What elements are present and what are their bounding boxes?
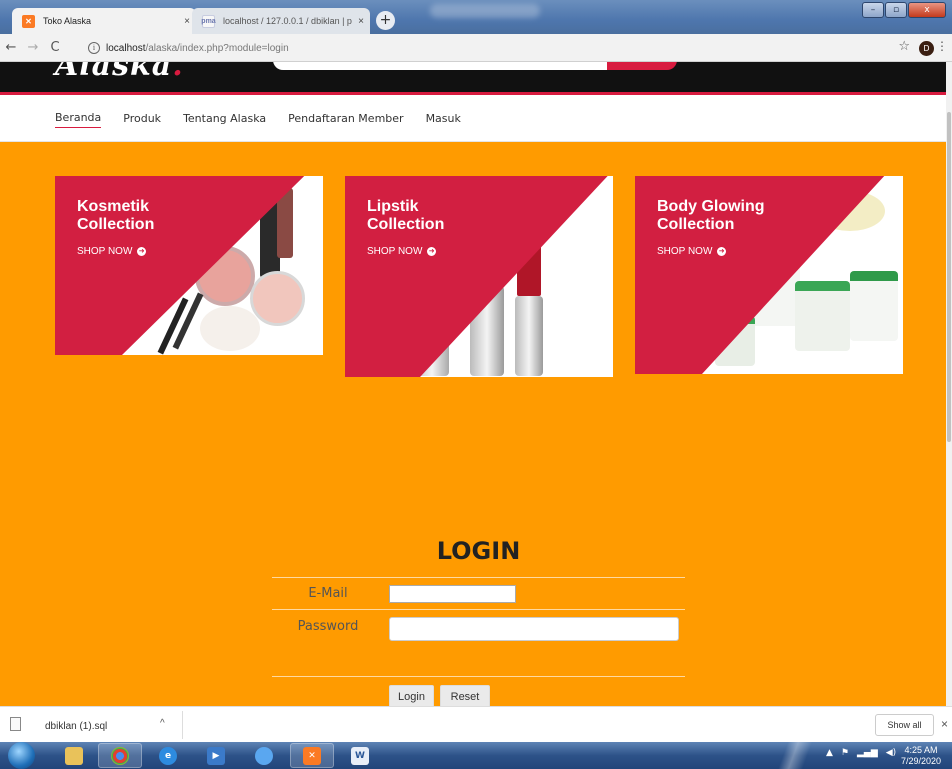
arrow-circle-right-icon: ➜ xyxy=(137,246,147,256)
shop-now-link[interactable]: SHOP NOW ➜ xyxy=(657,246,727,257)
password-label: Password xyxy=(297,619,359,634)
start-button[interactable] xyxy=(8,742,35,769)
xampp-favicon-icon: ✕ xyxy=(22,14,35,28)
banner-body-glowing[interactable]: Body Glowing Collection SHOP NOW ➜ xyxy=(635,176,903,374)
site-search-button[interactable] xyxy=(607,62,677,70)
tab-title: localhost / 127.0.0.1 / dbiklan | p xyxy=(223,16,352,26)
bookmark-star-icon[interactable]: ☆ xyxy=(898,39,910,54)
email-field[interactable] xyxy=(389,585,516,603)
clock-date: 7/29/2020 xyxy=(900,756,942,766)
main-content: Kosmetik Collection SHOP NOW ➜ Lipstik Col… xyxy=(0,142,946,706)
shop-now-link[interactable]: SHOP NOW ➜ xyxy=(77,246,147,257)
email-row: E-Mail xyxy=(272,577,685,609)
login-button[interactable]: Login xyxy=(389,685,434,706)
close-shelf-icon[interactable]: × xyxy=(941,717,948,731)
site-header: Alaska. xyxy=(0,62,946,92)
download-shelf: dbiklan (1).sql ^ Show all × xyxy=(0,706,952,742)
media-player-icon: ▶ xyxy=(207,746,225,765)
taskbar-media[interactable]: ▶ xyxy=(194,743,238,768)
show-hidden-icons-icon[interactable]: ▲ xyxy=(826,748,833,758)
browser-window: ✕ Toko Alaska × pma localhost / 127.0.0.… xyxy=(0,0,952,769)
password-field[interactable] xyxy=(389,617,679,641)
reload-icon[interactable]: C xyxy=(44,40,66,55)
profile-avatar[interactable]: D xyxy=(919,41,934,56)
xampp-icon: ✕ xyxy=(303,746,321,765)
banner-title: Body Glowing Collection xyxy=(657,198,765,233)
signal-icon[interactable]: ▂▄▆ xyxy=(857,748,878,758)
nav-tentang-alaska[interactable]: Tentang Alaska xyxy=(183,109,266,128)
phpmyadmin-favicon-icon: pma xyxy=(201,14,216,28)
network-flag-icon[interactable]: ⚑ xyxy=(841,748,849,758)
password-row: Password xyxy=(272,609,685,676)
window-controls: – ▫ x xyxy=(862,2,946,18)
buttons-row: Login Reset xyxy=(272,676,685,706)
banner-lipstik[interactable]: Lipstik Collection SHOP NOW ➜ xyxy=(345,176,613,377)
arrow-circle-right-icon: ➜ xyxy=(427,246,437,256)
nav-beranda[interactable]: Beranda xyxy=(55,108,102,128)
maximize-button[interactable]: ▫ xyxy=(885,2,907,18)
minimize-button[interactable]: – xyxy=(862,2,884,18)
url-path: /alaska/index.php?module=login xyxy=(145,42,289,54)
taskbar-explorer[interactable] xyxy=(52,743,96,768)
url-host: localhost xyxy=(106,42,146,54)
download-file-name[interactable]: dbiklan (1).sql xyxy=(45,721,107,732)
close-window-button[interactable]: x xyxy=(908,2,946,18)
info-icon[interactable]: i xyxy=(88,42,100,54)
system-tray: ▲ ⚑ ▂▄▆ ◀) xyxy=(826,748,896,758)
chrome-icon xyxy=(111,746,129,765)
site-logo[interactable]: Alaska. xyxy=(55,62,184,83)
internet-explorer-icon: e xyxy=(159,746,177,765)
taskbar-ie[interactable]: e xyxy=(146,743,190,768)
nav-produk[interactable]: Produk xyxy=(123,109,161,128)
tab-toko-alaska[interactable]: ✕ Toko Alaska × xyxy=(12,8,196,34)
browser-toolbar: ← → C i localhost/alaska/index.php?modul… xyxy=(0,34,952,62)
word-icon: W xyxy=(351,746,369,765)
login-title: LOGIN xyxy=(436,537,521,565)
new-tab-button[interactable]: + xyxy=(376,11,395,30)
scrollbar-thumb[interactable] xyxy=(947,112,951,442)
windows-taskbar: e ▶ ✕ W ▲ ⚑ ▂▄▆ ◀) 4:25 AM 7/29/2020 xyxy=(0,742,952,769)
volume-icon[interactable]: ◀) xyxy=(886,748,896,758)
nav-pendaftaran-member[interactable]: Pendaftaran Member xyxy=(288,109,403,128)
banner-kosmetik[interactable]: Kosmetik Collection SHOP NOW ➜ xyxy=(55,176,323,355)
show-all-button[interactable]: Show all xyxy=(875,714,934,736)
reset-button[interactable]: Reset xyxy=(440,685,490,706)
taskbar-highlight xyxy=(760,742,820,769)
banner-title: Kosmetik Collection xyxy=(77,198,155,233)
banner-title: Lipstik Collection xyxy=(367,198,445,233)
clock-time: 4:25 AM xyxy=(904,745,938,755)
taskbar-word[interactable]: W xyxy=(338,743,382,768)
page-scrollbar[interactable] xyxy=(946,62,952,706)
download-divider xyxy=(182,711,183,739)
taskbar-xampp[interactable]: ✕ xyxy=(290,743,334,768)
taskbar-chrome[interactable] xyxy=(98,743,142,768)
address-bar[interactable]: i localhost/alaska/index.php?module=logi… xyxy=(88,37,888,59)
login-form: E-Mail Password Login Reset xyxy=(272,577,685,706)
chevron-up-icon[interactable]: ^ xyxy=(160,718,165,729)
menu-kebab-icon[interactable]: ⋮ xyxy=(936,39,948,53)
tab-phpmyadmin[interactable]: pma localhost / 127.0.0.1 / dbiklan | p … xyxy=(192,8,370,34)
system-clock[interactable]: 4:25 AM 7/29/2020 xyxy=(896,745,946,767)
taskbar-app[interactable] xyxy=(242,743,286,768)
email-label: E-Mail xyxy=(308,586,348,601)
title-glow xyxy=(430,4,540,18)
forward-arrow-icon[interactable]: → xyxy=(22,40,44,55)
tab-strip: ✕ Toko Alaska × pma localhost / 127.0.0.… xyxy=(0,0,952,34)
tab-close-icon[interactable]: × xyxy=(352,16,370,27)
page-viewport: Alaska. Beranda Produk Tentang Alaska Pe… xyxy=(0,62,946,706)
folder-icon xyxy=(65,746,83,765)
site-nav: Beranda Produk Tentang Alaska Pendaftara… xyxy=(0,95,946,142)
tab-title: Toko Alaska xyxy=(43,16,92,26)
arrow-circle-right-icon: ➜ xyxy=(717,246,727,256)
site-search-input[interactable] xyxy=(273,62,607,70)
nav-masuk[interactable]: Masuk xyxy=(426,109,461,128)
globe-icon xyxy=(255,746,273,765)
file-icon xyxy=(10,717,21,731)
back-arrow-icon[interactable]: ← xyxy=(0,40,22,55)
shop-now-link[interactable]: SHOP NOW ➜ xyxy=(367,246,437,257)
